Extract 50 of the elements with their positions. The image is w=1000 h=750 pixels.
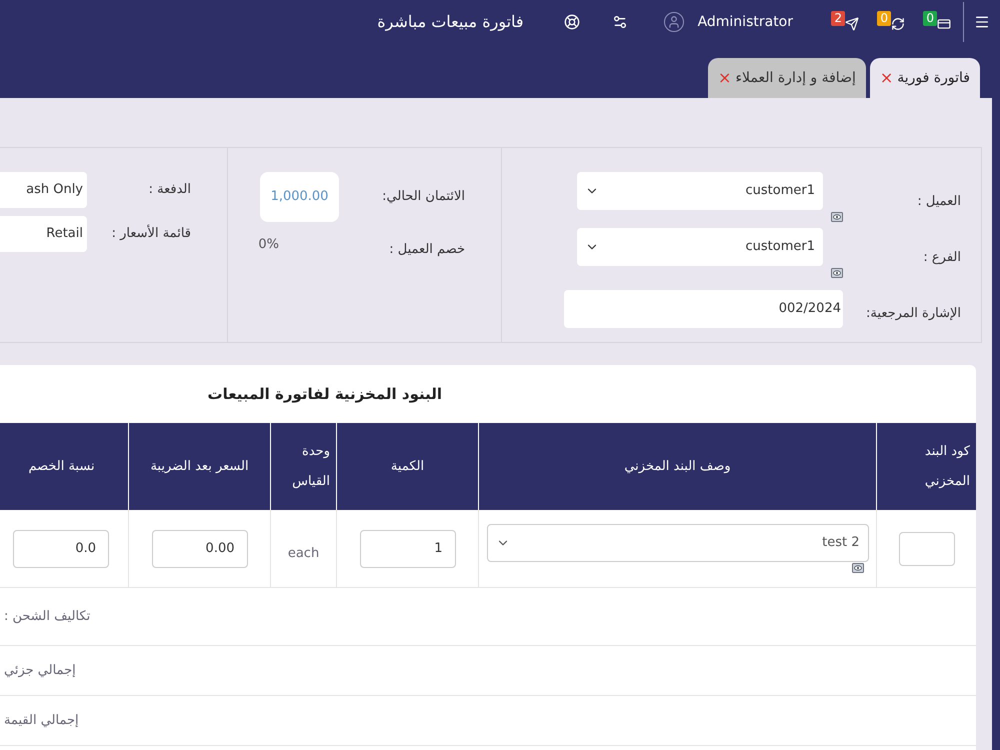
eye-icon[interactable] <box>831 212 843 222</box>
unit-text: each <box>288 544 320 563</box>
total-label: إجمالي القيمة <box>4 712 79 730</box>
user-avatar-icon[interactable] <box>664 12 684 32</box>
field-label: الدفعة : <box>148 181 191 200</box>
tab-label: فاتورة فورية <box>897 68 970 88</box>
column-header: الكمية <box>336 423 478 510</box>
column-header: السعر بعد الضريبة <box>128 423 270 510</box>
column-header: كود البند المخزني <box>876 423 976 510</box>
close-tab-button[interactable]: × <box>880 66 894 90</box>
quantity-input[interactable]: 1 <box>360 530 456 568</box>
field-label: العميل : <box>916 193 961 211</box>
payment-field[interactable]: ash Only <box>0 172 87 208</box>
total-label: إجمالي جزئي <box>4 662 76 680</box>
reference-input[interactable]: 002/2024 <box>564 290 843 328</box>
price-input[interactable]: 0.00 <box>152 530 248 568</box>
card-icon[interactable] <box>937 17 951 31</box>
column-header: وصف البند المخزني <box>478 423 876 510</box>
discount-value: 0% <box>258 236 279 254</box>
code-input[interactable] <box>898 532 954 566</box>
field-label: خصم العميل : <box>388 241 465 259</box>
payment-field[interactable]: Retail <box>0 216 87 252</box>
credit-value: 1,000.00 <box>260 172 339 222</box>
field-label: قائمة الأسعار : <box>110 224 191 244</box>
refresh-icon[interactable] <box>891 17 905 31</box>
item-select[interactable]: test 2 <box>486 524 868 562</box>
tab-label: إضافة و إدارة العملاء <box>735 68 856 88</box>
eye-icon[interactable] <box>852 563 864 573</box>
count-badge: 0 <box>923 11 937 26</box>
user-name[interactable]: Administrator <box>698 12 793 32</box>
settings-icon[interactable] <box>612 14 628 30</box>
field-label: الفرع : <box>922 249 961 267</box>
page-title: فاتورة مبيعات مباشرة <box>377 11 524 33</box>
help-icon[interactable] <box>564 14 580 30</box>
column-header: وحدة القياس <box>270 423 336 510</box>
count-badge: 0 <box>877 11 891 26</box>
customer-select[interactable]: customer1 <box>577 228 823 266</box>
field-label: الإشارة المرجعية: <box>865 305 961 323</box>
eye-icon[interactable] <box>831 268 843 278</box>
send-icon[interactable] <box>845 17 859 31</box>
tab[interactable]: إضافة و إدارة العملاء × <box>708 58 866 98</box>
customer-select[interactable]: customer1 <box>577 172 823 210</box>
column-header: نسبة الخصم <box>0 423 128 510</box>
menu-icon[interactable] <box>974 14 990 30</box>
total-label: تكاليف الشحن : <box>4 608 90 626</box>
field-label: الائتمان الحالي: <box>381 188 465 206</box>
tab[interactable]: فاتورة فورية × <box>870 58 980 98</box>
count-badge: 2 <box>831 11 845 26</box>
table-title: البنود المخزنية لفاتورة المبيعات <box>208 384 442 405</box>
discount-input[interactable]: 0.0 <box>13 530 109 568</box>
